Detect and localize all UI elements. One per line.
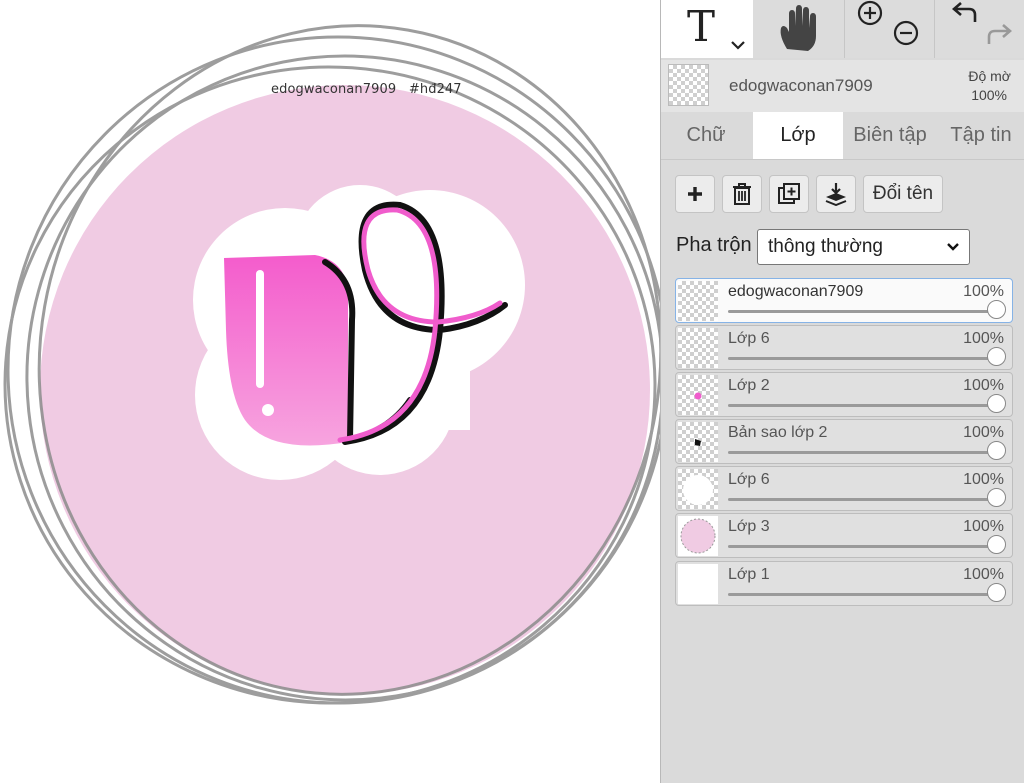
tool-toolbar: T <box>661 0 1024 60</box>
undo-icon[interactable] <box>949 0 979 26</box>
layer-name: edogwaconan7909 <box>728 283 864 300</box>
canvas-text-label: edogwaconan7909 #hđ247 <box>271 82 462 97</box>
undo-redo-group <box>935 0 1024 58</box>
white-circle-icon <box>683 475 713 505</box>
layer-name: Lớp 6 <box>728 471 770 488</box>
text-tool-icon: T <box>687 2 716 51</box>
hand-icon <box>780 5 816 51</box>
opacity-label: Độ mờ <box>968 68 1011 84</box>
letter-highlight <box>256 270 264 388</box>
merge-down-icon <box>825 183 847 206</box>
layer-thumbnail <box>678 375 718 415</box>
layer-row[interactable]: edogwaconan7909 100% <box>675 278 1013 323</box>
drawing-canvas[interactable]: edogwaconan7909 #hđ247 <box>0 0 660 783</box>
opacity-slider-track[interactable] <box>728 451 994 454</box>
zoom-out-icon <box>893 20 919 46</box>
layer-row[interactable]: Lớp 3 100% <box>675 513 1013 558</box>
layer-name: Lớp 6 <box>728 330 770 347</box>
layer-actions: Đổi tên <box>661 175 1024 215</box>
opacity-slider-handle[interactable] <box>987 441 1006 460</box>
pink-circle-icon <box>680 518 716 554</box>
layer-name: Bản sao lớp 2 <box>728 424 828 441</box>
layer-row[interactable]: Lớp 6 100% <box>675 466 1013 511</box>
opacity-value: 100% <box>971 87 1007 103</box>
chevron-down-icon <box>947 243 959 251</box>
layer-thumbnail <box>678 281 718 321</box>
current-layer-thumbnail <box>668 64 709 106</box>
black-mark-icon <box>695 439 701 446</box>
opacity-slider-track[interactable] <box>728 404 994 407</box>
trash-icon <box>733 183 751 205</box>
layer-name: Lớp 1 <box>728 566 770 583</box>
tab-layers[interactable]: Lớp <box>753 112 843 159</box>
layer-opacity: 100% <box>963 566 1004 583</box>
current-layer-header: edogwaconan7909 Độ mờ 100% <box>661 60 1024 113</box>
text-tool-button[interactable]: T <box>661 0 753 58</box>
tab-text[interactable]: Chữ <box>661 112 751 159</box>
layers-panel: T edogwaconan7909 Độ mờ 100% Chữ Lớp Biê… <box>660 0 1024 783</box>
layer-opacity: 100% <box>963 471 1004 488</box>
layer-opacity: 100% <box>963 283 1004 300</box>
opacity-slider-track[interactable] <box>728 357 994 360</box>
canvas-artwork <box>3 24 660 705</box>
opacity-slider-track[interactable] <box>728 310 994 313</box>
add-icon <box>688 187 702 201</box>
hand-tool-button[interactable] <box>753 0 845 58</box>
layer-opacity: 100% <box>963 330 1004 347</box>
blend-mode-value: thông thường <box>768 236 883 257</box>
opacity-slider-track[interactable] <box>728 498 994 501</box>
layer-opacity: 100% <box>963 377 1004 394</box>
layer-thumbnail <box>678 422 718 462</box>
opacity-slider-handle[interactable] <box>987 394 1006 413</box>
add-layer-button[interactable] <box>675 175 715 213</box>
layer-thumbnail <box>678 328 718 368</box>
blend-mode-select[interactable]: thông thường <box>757 229 970 265</box>
opacity-slider-handle[interactable] <box>987 535 1006 554</box>
layer-row[interactable]: Lớp 6 100% <box>675 325 1013 370</box>
layer-row[interactable]: Bản sao lớp 2 100% <box>675 419 1013 464</box>
opacity-slider-handle[interactable] <box>987 347 1006 366</box>
blend-mode-label: Pha trộn <box>676 234 752 256</box>
duplicate-icon <box>778 183 800 204</box>
panel-tabs: Chữ Lớp Biên tập Tập tin <box>661 112 1024 160</box>
chevron-down-icon <box>731 41 745 50</box>
opacity-slider-handle[interactable] <box>987 300 1006 319</box>
delete-layer-button[interactable] <box>722 175 762 213</box>
pink-mark-icon <box>694 392 702 400</box>
layer-thumbnail <box>678 469 718 509</box>
merge-down-button[interactable] <box>816 175 856 213</box>
zoom-tool-button[interactable] <box>845 0 935 58</box>
opacity-slider-handle[interactable] <box>987 488 1006 507</box>
redo-icon[interactable] <box>985 22 1015 48</box>
layer-thumbnail <box>678 516 718 556</box>
duplicate-layer-button[interactable] <box>769 175 809 213</box>
opacity-slider-track[interactable] <box>728 593 994 596</box>
current-layer-name: edogwaconan7909 <box>729 76 873 95</box>
tab-edit[interactable]: Biên tập <box>843 112 937 159</box>
layer-name: Lớp 2 <box>728 377 770 394</box>
layer-name: Lớp 3 <box>728 518 770 535</box>
opacity-slider-handle[interactable] <box>987 583 1006 602</box>
layer-opacity: 100% <box>963 518 1004 535</box>
opacity-slider-track[interactable] <box>728 545 994 548</box>
layer-opacity: 100% <box>963 424 1004 441</box>
layer-row[interactable]: Lớp 1 100% <box>675 561 1013 606</box>
tab-file[interactable]: Tập tin <box>937 112 1024 159</box>
zoom-in-icon <box>857 0 883 26</box>
layer-thumbnail <box>678 564 718 604</box>
layer-row[interactable]: Lớp 2 100% <box>675 372 1013 417</box>
rename-layer-button[interactable]: Đổi tên <box>863 175 943 213</box>
